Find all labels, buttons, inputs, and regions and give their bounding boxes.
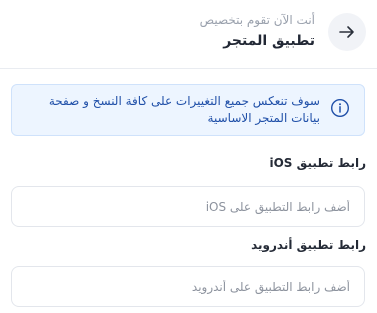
android-link-input[interactable] <box>12 267 364 306</box>
info-notice: سوف تنعكس جميع التغييرات على كافة النسخ … <box>11 84 365 136</box>
info-icon <box>330 98 350 118</box>
header-titles: أنت الآن تقوم بتخصيص تطبيق المتجر <box>200 12 315 51</box>
ios-link-field[interactable] <box>11 186 365 227</box>
back-button[interactable] <box>328 13 366 51</box>
arrow-right-icon <box>339 26 354 38</box>
header-subtitle: أنت الآن تقوم بتخصيص <box>199 13 315 27</box>
page-header: أنت الآن تقوم بتخصيص تطبيق المتجر <box>0 0 377 69</box>
ios-link-label: رابط تطبيق iOS <box>269 156 366 170</box>
notice-text: سوف تنعكس جميع التغييرات على كافة النسخ … <box>48 94 320 125</box>
android-link-field[interactable] <box>11 266 365 307</box>
page-title: تطبيق المتجر <box>223 33 315 49</box>
ios-link-input[interactable] <box>12 187 364 226</box>
android-link-label: رابط تطبيق أندرويد <box>251 238 366 252</box>
